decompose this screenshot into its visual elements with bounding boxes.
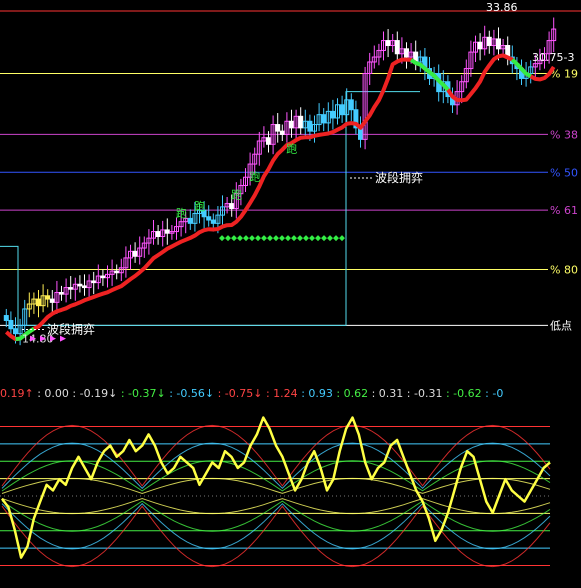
candle-body — [68, 287, 74, 290]
support-dot — [279, 235, 285, 242]
support-dot — [297, 235, 303, 242]
oscillator-value: : 0.93 — [301, 387, 337, 400]
oscillator-value: : -0.62 — [445, 387, 486, 400]
candle-body — [385, 40, 391, 47]
oscillator-value: : -0.75↓ — [217, 387, 266, 400]
support-dot — [309, 235, 315, 242]
envelope-curve — [1, 505, 551, 568]
support-dot — [273, 235, 279, 242]
candle-body — [298, 115, 304, 129]
fib-level-label: 低点 — [550, 319, 572, 332]
oscillator-panel — [0, 416, 551, 568]
candle-body — [477, 41, 483, 50]
support-dot — [225, 235, 231, 242]
candle-body — [486, 36, 492, 47]
candle-body — [114, 270, 120, 274]
oscillator-value-bar: 0.19↑ : 0.00 : -0.19↓ : -0.37↓ : -0.56↓ … — [0, 387, 503, 403]
support-dot — [315, 235, 321, 242]
candle-body — [91, 280, 97, 284]
oscillator-value: : 0.31 — [371, 387, 407, 400]
annotation-label: 波段拥弈 — [47, 322, 95, 337]
run-mark: 跑 — [286, 142, 297, 156]
candle-body — [279, 130, 285, 135]
candle-body — [45, 295, 51, 300]
candle-body — [266, 137, 271, 145]
run-mark: 跑 — [250, 170, 261, 184]
candle-body — [187, 217, 193, 224]
candle-body — [13, 328, 18, 335]
candle-body — [229, 203, 235, 210]
candle-body — [82, 285, 87, 289]
oscillator-value: : 0.62 — [336, 387, 372, 400]
candle-body — [164, 229, 170, 234]
trend-line — [4, 53, 556, 342]
support-dot — [285, 235, 291, 242]
candle-body — [496, 38, 501, 50]
oscillator-value: 0.19↑ — [0, 387, 38, 400]
candle-body — [307, 120, 313, 132]
candle-body — [3, 315, 9, 321]
price-label: 33.86 — [486, 1, 518, 14]
support-dot — [261, 235, 267, 242]
support-dot — [291, 235, 297, 242]
candle-body — [206, 216, 212, 221]
candle-body — [132, 250, 138, 257]
candle-body — [100, 275, 106, 279]
support-dot — [327, 235, 333, 242]
support-dot — [303, 235, 309, 242]
candle-body — [394, 40, 400, 55]
candle-body — [339, 104, 345, 116]
support-dot — [255, 235, 261, 242]
envelope-curve — [1, 500, 551, 532]
candle-body — [155, 231, 161, 238]
support-dot — [333, 235, 339, 242]
run-mark: 跑 — [194, 199, 205, 213]
candle-body — [59, 291, 64, 295]
oscillator-value: : -0.37↓ — [120, 387, 170, 400]
support-dot — [249, 235, 255, 242]
price-panel: % 19% 38% 50% 61% 80低点33.8630.75-314.80波… — [0, 1, 581, 346]
run-mark: 跑 — [231, 188, 242, 202]
candle-body — [275, 124, 281, 132]
support-dot — [321, 235, 327, 242]
candle-body — [36, 298, 41, 307]
support-dot — [219, 235, 225, 242]
oscillator-main-line — [1, 416, 551, 559]
run-mark: 跑 — [176, 206, 187, 220]
fib-level-label: % 61 — [550, 204, 578, 217]
support-dot — [237, 235, 243, 242]
candle-body — [348, 99, 354, 111]
stock-chart: % 19% 38% 50% 61% 80 低点 33.86 30.75-3 14.80 波… — [0, 0, 581, 588]
fib-level-label: % 80 — [550, 263, 578, 276]
candle-body — [404, 48, 409, 58]
price-label: 30.75-3 — [532, 51, 574, 64]
oscillator-value: : 1.24 — [265, 387, 302, 400]
oscillator-value: : -0.19↓ — [72, 387, 121, 400]
candle-body — [49, 298, 55, 303]
candle-body — [77, 283, 83, 287]
candle-body — [321, 114, 327, 124]
candle-body — [289, 120, 294, 129]
support-dot — [267, 235, 273, 242]
candle-body — [210, 219, 216, 224]
envelope-curve — [1, 477, 551, 495]
fib-level-label: % 50 — [550, 166, 578, 179]
candle-body — [330, 110, 336, 119]
oscillator-value: : -0.56↓ — [169, 387, 218, 400]
oscillator-value: : -0.31 — [406, 387, 446, 400]
envelope-curve — [1, 424, 551, 487]
fib-level-label: % 38 — [550, 128, 578, 141]
support-dot — [243, 235, 249, 242]
oscillator-value: : -0 — [485, 387, 504, 400]
support-dot — [231, 235, 237, 242]
candle-body — [8, 319, 14, 330]
oscillator-value: : 0.00 — [37, 387, 73, 400]
support-dot — [339, 235, 345, 242]
annotation-label: 波段拥弈 — [375, 170, 423, 185]
envelope-curve — [1, 497, 551, 515]
